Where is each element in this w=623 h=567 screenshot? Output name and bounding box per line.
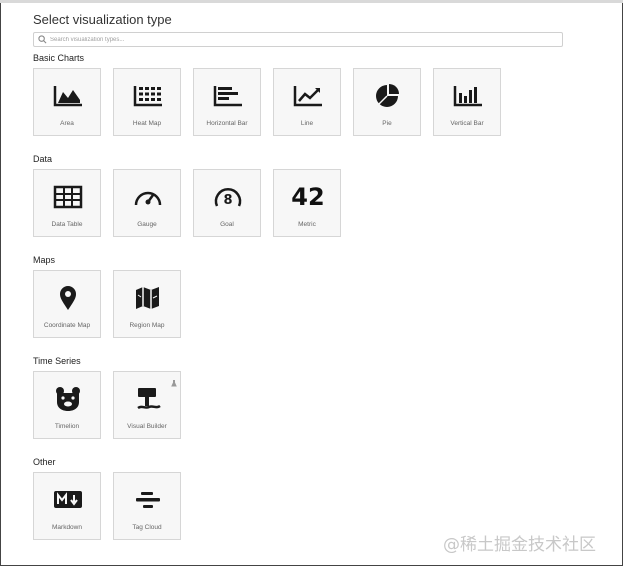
tile-tag-cloud[interactable]: Tag Cloud xyxy=(113,472,181,540)
section-label-basic-charts: Basic Charts xyxy=(33,53,85,63)
page-title: Select visualization type xyxy=(33,12,172,27)
search-icon xyxy=(38,34,48,45)
horizontal-bar-icon xyxy=(212,83,244,109)
tile-goal[interactable]: 8 Goal xyxy=(193,169,261,237)
tile-label: Horizontal Bar xyxy=(206,120,248,127)
tile-label: Visual Builder xyxy=(127,423,167,430)
tile-gauge[interactable]: Gauge xyxy=(113,169,181,237)
tile-region-map[interactable]: Region Map xyxy=(113,270,181,338)
tile-label: Vertical Bar xyxy=(450,120,484,127)
section-label-time-series: Time Series xyxy=(33,356,81,366)
vertical-bar-icon xyxy=(452,83,484,109)
tile-label: Markdown xyxy=(52,524,82,531)
tile-vertical-bar[interactable]: Vertical Bar xyxy=(433,68,501,136)
tile-area[interactable]: Area xyxy=(33,68,101,136)
tile-timelion[interactable]: Timelion xyxy=(33,371,101,439)
region-map-icon xyxy=(132,285,164,311)
tile-pie[interactable]: Pie xyxy=(353,68,421,136)
tile-label: Heat Map xyxy=(132,120,162,127)
watermark: @稀土掘金技术社区 xyxy=(443,535,596,555)
pie-chart-icon xyxy=(372,83,404,109)
line-chart-icon xyxy=(292,83,324,109)
gauge-icon xyxy=(132,184,164,210)
search-box[interactable] xyxy=(33,32,563,47)
beta-flask-icon xyxy=(171,374,177,392)
tile-horizontal-bar[interactable]: Horizontal Bar xyxy=(193,68,261,136)
table-icon xyxy=(52,184,84,210)
metric-glyph: 42 xyxy=(291,183,325,211)
section-label-data: Data xyxy=(33,154,53,164)
tile-label: Tag Cloud xyxy=(132,524,162,531)
tile-label: Timelion xyxy=(54,423,80,430)
tile-label: Gauge xyxy=(137,221,157,228)
timelion-bear-icon xyxy=(52,386,84,412)
tag-cloud-icon xyxy=(132,487,164,513)
heat-map-icon xyxy=(132,83,164,109)
tile-label: Goal xyxy=(220,221,234,228)
markdown-icon xyxy=(52,487,84,513)
goal-glyph: 8 xyxy=(223,193,232,208)
tile-markdown[interactable]: Markdown xyxy=(33,472,101,540)
tile-label: Pie xyxy=(382,120,392,127)
top-divider xyxy=(0,0,623,3)
metric-icon: 42 xyxy=(291,183,325,211)
tile-heat-map[interactable]: Heat Map xyxy=(113,68,181,136)
tile-data-table[interactable]: Data Table xyxy=(33,169,101,237)
tile-label: Coordinate Map xyxy=(43,322,91,329)
goal-icon: 8 xyxy=(212,184,244,210)
tile-metric[interactable]: 42 Metric xyxy=(273,169,341,237)
map-pin-icon xyxy=(52,285,84,311)
search-input[interactable] xyxy=(48,34,550,45)
tile-coordinate-map[interactable]: Coordinate Map xyxy=(33,270,101,338)
tile-line[interactable]: Line xyxy=(273,68,341,136)
section-label-other: Other xyxy=(33,457,56,467)
tile-label: Metric xyxy=(298,221,316,228)
tile-label: Region Map xyxy=(129,322,165,329)
tile-visual-builder[interactable]: Visual Builder xyxy=(113,371,181,439)
section-label-maps: Maps xyxy=(33,255,56,265)
tile-label: Data Table xyxy=(51,221,83,228)
area-chart-icon xyxy=(52,83,84,109)
tile-label: Area xyxy=(60,120,74,127)
tile-label: Line xyxy=(300,120,314,127)
visual-builder-icon xyxy=(132,386,164,412)
